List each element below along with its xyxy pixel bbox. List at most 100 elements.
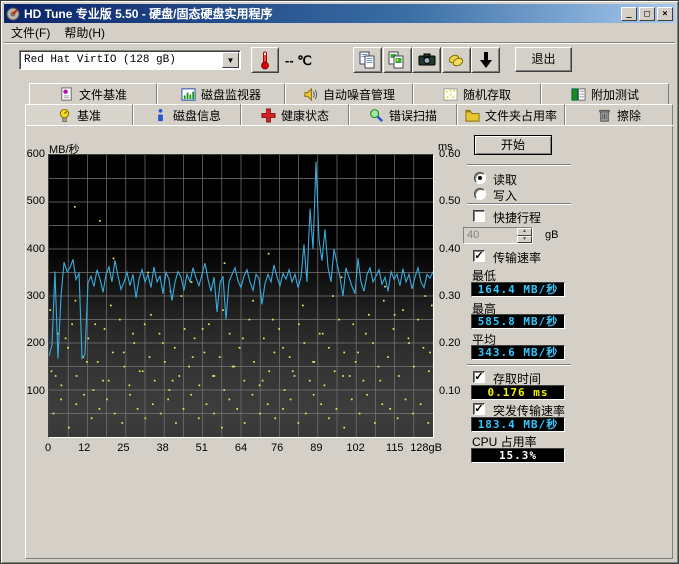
chart-canvas: [49, 155, 433, 437]
y-left-tick: 200: [15, 337, 45, 349]
read-radio-label: 读取: [493, 171, 517, 188]
cpu-usage-value: 15.3%: [471, 448, 565, 463]
maximize-button[interactable]: □: [639, 7, 655, 21]
y-left-tick: 300: [15, 290, 45, 302]
y-right-tick: 0.30: [439, 290, 473, 302]
minimize-button[interactable]: _: [621, 7, 637, 21]
capacity-stepper[interactable]: 40 ▲ ▼: [463, 227, 533, 244]
window-title: HD Tune 专业版 5.50 - 硬盘/固态硬盘实用程序: [24, 5, 619, 22]
x-tick: 102: [334, 442, 378, 454]
stepper-down-icon[interactable]: ▼: [517, 236, 532, 244]
y-left-tick: 400: [15, 243, 45, 255]
burst-rate-checkbox[interactable]: ✓: [473, 403, 485, 415]
copy-image-button[interactable]: [383, 47, 412, 73]
save-icon: [476, 50, 496, 70]
tab-随机存取[interactable]: 随机存取: [413, 83, 541, 104]
title-bar: HD Tune 专业版 5.50 - 硬盘/固态硬盘实用程序 _ □ ×: [4, 4, 675, 23]
tab-label: 文件夹占用率: [485, 107, 557, 124]
benchmark-chart: [48, 154, 434, 438]
y-left-tick: 600: [15, 148, 45, 160]
screenshot-button[interactable]: [412, 47, 441, 73]
tab-健康状态[interactable]: 健康状态: [241, 104, 349, 125]
tab-label: 文件基准: [79, 86, 127, 103]
tab-label: 磁盘监视器: [201, 86, 261, 103]
stepper-up-icon[interactable]: ▲: [517, 228, 532, 236]
temperature-button[interactable]: [251, 47, 279, 73]
tab-附加测试[interactable]: 附加测试: [541, 83, 669, 104]
write-radio-label: 写入: [493, 187, 517, 204]
burst-rate-value: 183.4 MB/秒: [471, 417, 565, 432]
folder-icon: [465, 108, 480, 123]
menu-help[interactable]: 帮助(H): [57, 22, 112, 43]
drive-select-value: Red Hat VirtIO (128 gB): [20, 54, 222, 66]
divider: [467, 164, 571, 166]
drive-select[interactable]: Red Hat VirtIO (128 gB) ▼: [19, 50, 241, 70]
copy-text-icon: [358, 50, 378, 70]
short-stroke-label: 快捷行程: [493, 209, 541, 226]
donate-button[interactable]: [442, 47, 471, 73]
tab-擦除[interactable]: 擦除: [565, 104, 673, 125]
camera-icon: [417, 50, 437, 70]
extra-tests-icon: [571, 87, 586, 102]
file-benchmark-icon: [59, 87, 74, 102]
transfer-rate-checkbox[interactable]: ✓: [473, 250, 485, 262]
tab-基准[interactable]: 基准: [25, 104, 133, 125]
y-right-tick: 0.10: [439, 385, 473, 397]
error-scan-icon: [369, 108, 384, 123]
x-tick: 25: [101, 442, 145, 454]
y-left-tick: 100: [15, 385, 45, 397]
divider: [467, 203, 571, 205]
y-right-tick: 0.20: [439, 337, 473, 349]
chevron-down-icon[interactable]: ▼: [222, 52, 239, 68]
tab-row-primary: 基准 磁盘信息 健康状态 错误扫描 文件夹占用率擦除: [25, 104, 673, 126]
tab-错误扫描[interactable]: 错误扫描: [349, 104, 457, 125]
y-left-tick: 500: [15, 195, 45, 207]
capacity-unit-label: gB: [545, 229, 558, 241]
y-right-tick: 0.50: [439, 195, 473, 207]
tab-row-secondary: 文件基准 磁盘监视器 自动噪音管理 随机存取 附加测试: [29, 83, 669, 104]
temperature-value: -- ℃: [285, 53, 312, 69]
thermometer-icon: [259, 50, 271, 70]
menu-bar: 文件(F) 帮助(H): [4, 23, 675, 43]
health-icon: [261, 108, 276, 123]
tab-自动噪音管理[interactable]: 自动噪音管理: [285, 83, 413, 104]
app-icon: [6, 7, 20, 21]
x-tick: 128gB: [398, 442, 442, 454]
divider: [467, 364, 571, 366]
disk-info-icon: [153, 108, 168, 123]
tab-label: 随机存取: [463, 86, 511, 103]
read-radio[interactable]: [474, 172, 486, 184]
x-tick: 12: [62, 442, 106, 454]
tab-文件基准[interactable]: 文件基准: [29, 83, 157, 104]
random-access-icon: [443, 87, 458, 102]
tab-文件夹占用率[interactable]: 文件夹占用率: [457, 104, 565, 125]
tab-label: 基准: [77, 107, 101, 124]
access-time-checkbox[interactable]: ✓: [473, 371, 485, 383]
save-results-button[interactable]: [471, 47, 500, 73]
aam-icon: [303, 87, 318, 102]
erase-icon: [597, 108, 612, 123]
x-tick: 76: [255, 442, 299, 454]
x-tick: 89: [294, 442, 338, 454]
short-stroke-checkbox[interactable]: [473, 210, 485, 222]
y-right-tick: 0.60: [439, 148, 473, 160]
transfer-rate-label: 传输速率: [493, 249, 541, 266]
disk-monitor-icon: [181, 87, 196, 102]
avg-value: 343.6 MB/秒: [471, 345, 565, 360]
access-time-value: 0.176 ms: [471, 385, 565, 400]
start-button[interactable]: 开始: [474, 135, 552, 155]
write-radio[interactable]: [474, 188, 486, 200]
tab-label: 附加测试: [591, 86, 639, 103]
copy-text-button[interactable]: [353, 47, 382, 73]
min-value: 164.4 MB/秒: [471, 282, 565, 297]
x-tick: 51: [180, 442, 224, 454]
exit-button[interactable]: 退出: [515, 47, 572, 72]
capacity-value: 40: [464, 228, 517, 243]
benchmark-icon: [57, 108, 72, 123]
tab-磁盘监视器[interactable]: 磁盘监视器: [157, 83, 285, 104]
close-button[interactable]: ×: [657, 7, 673, 21]
menu-file[interactable]: 文件(F): [4, 22, 57, 43]
x-tick: 38: [141, 442, 185, 454]
tab-磁盘信息[interactable]: 磁盘信息: [133, 104, 241, 125]
tab-label: 健康状态: [281, 107, 329, 124]
